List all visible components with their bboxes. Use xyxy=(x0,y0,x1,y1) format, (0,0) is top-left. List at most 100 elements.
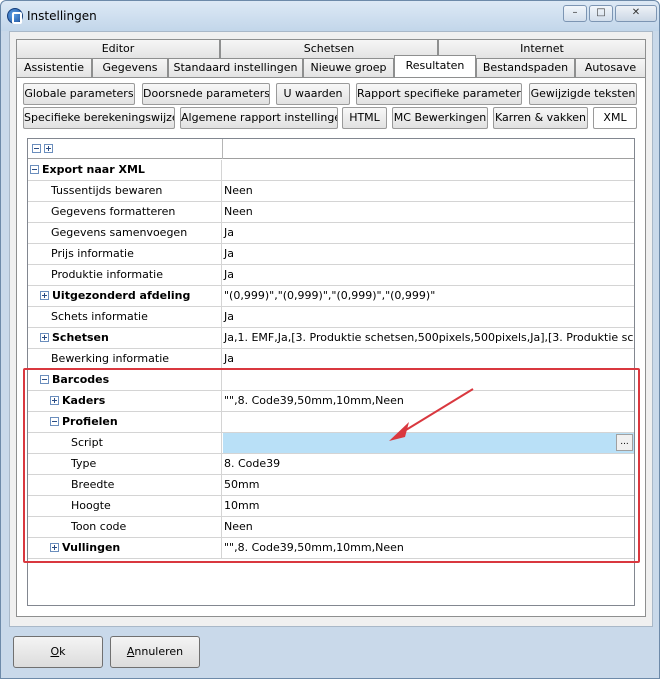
tab-nieuwe-groep[interactable]: Nieuwe groep xyxy=(303,58,394,77)
property-value[interactable]: 50mm xyxy=(223,475,634,495)
subtab-label: HTML xyxy=(349,111,380,124)
subtab-gewijzigde-teksten[interactable]: Gewijzigde teksten xyxy=(529,83,637,105)
subtab-rapport-specifieke-parameters[interactable]: Rapport specifieke parameters xyxy=(356,83,522,105)
grid-row[interactable]: Vullingen "",8. Code39,50mm,10mm,Neen xyxy=(28,538,634,559)
collapse-icon[interactable] xyxy=(40,374,49,384)
subtab-u-waarden[interactable]: U waarden xyxy=(276,83,350,105)
property-label: Prijs informatie xyxy=(51,247,134,260)
property-value[interactable]: Neen xyxy=(223,181,634,201)
property-grid[interactable]: Export naar XML Tussentijds bewaren Neen Ge… xyxy=(27,138,635,606)
expand-icon[interactable] xyxy=(50,542,59,552)
tab-editor[interactable]: Editor xyxy=(16,39,220,58)
maximize-button[interactable]: □ xyxy=(589,5,613,22)
property-value-text: Neen xyxy=(224,205,253,218)
collapse-all-icon[interactable] xyxy=(32,144,41,153)
tab-assistentie[interactable]: Assistentie xyxy=(16,58,92,77)
property-value[interactable]: 8. Code39 xyxy=(223,454,634,474)
cancel-button[interactable]: Annuleren xyxy=(110,636,200,668)
grid-row[interactable]: Schets informatie Ja xyxy=(28,307,634,328)
property-label: Barcodes xyxy=(52,373,110,386)
subtab-xml[interactable]: XML xyxy=(593,107,637,129)
tab-label: Nieuwe groep xyxy=(310,61,387,74)
property-label: Bewerking informatie xyxy=(51,352,170,365)
ellipsis-button[interactable]: ... xyxy=(616,434,633,451)
tab-bestandspaden[interactable]: Bestandspaden xyxy=(476,58,575,77)
property-value[interactable] xyxy=(223,160,634,180)
grid-row[interactable]: Type 8. Code39 xyxy=(28,454,634,475)
grid-row[interactable]: Hoogte 10mm xyxy=(28,496,634,517)
grid-row[interactable]: Export naar XML xyxy=(28,160,634,181)
expand-all-icon[interactable] xyxy=(44,144,53,153)
property-value[interactable] xyxy=(223,370,634,390)
column-separator[interactable] xyxy=(222,139,223,159)
grid-row[interactable]: Script... xyxy=(28,433,634,454)
grid-row[interactable]: Prijs informatie Ja xyxy=(28,244,634,265)
tab-resultaten[interactable]: Resultaten xyxy=(394,55,476,77)
close-button[interactable]: ✕ xyxy=(615,5,657,22)
minimize-button[interactable]: – xyxy=(563,5,587,22)
property-value[interactable]: "(0,999)","(0,999)","(0,999)","(0,999)" xyxy=(223,286,634,306)
grid-row[interactable]: Tussentijds bewaren Neen xyxy=(28,181,634,202)
grid-row[interactable]: Gegevens samenvoegen Ja xyxy=(28,223,634,244)
property-name: Schets informatie xyxy=(28,307,222,327)
property-value[interactable] xyxy=(223,412,634,432)
property-label: Schets informatie xyxy=(51,310,148,323)
property-name: Script xyxy=(28,433,222,453)
grid-row[interactable]: Profielen xyxy=(28,412,634,433)
grid-row[interactable]: Kaders "",8. Code39,50mm,10mm,Neen xyxy=(28,391,634,412)
tab-label: Gegevens xyxy=(102,61,158,74)
expand-icon[interactable] xyxy=(40,332,49,342)
title-bar[interactable]: Instellingen – □ ✕ xyxy=(1,1,659,31)
grid-row[interactable]: Toon code Neen xyxy=(28,517,634,538)
property-label: Profielen xyxy=(62,415,118,428)
expand-icon[interactable] xyxy=(40,290,49,300)
grid-row[interactable]: Bewerking informatie Ja xyxy=(28,349,634,370)
subtab-mc-bewerkingen[interactable]: MC Bewerkingen xyxy=(392,107,488,129)
tab-label: Resultaten xyxy=(405,59,465,72)
property-value[interactable]: ... xyxy=(223,433,634,453)
tab-gegevens[interactable]: Gegevens xyxy=(92,58,168,77)
property-value-text: "(0,999)","(0,999)","(0,999)","(0,999)" xyxy=(224,289,436,302)
expand-icon[interactable] xyxy=(50,395,59,405)
property-value[interactable]: Ja,1. EMF,Ja,[3. Produktie schetsen,500p… xyxy=(223,328,634,348)
ok-button[interactable]: Ok xyxy=(13,636,103,668)
property-name: Gegevens samenvoegen xyxy=(28,223,222,243)
tab-standaard-instellingen[interactable]: Standaard instellingen xyxy=(168,58,303,77)
subtab-globale-parameters[interactable]: Globale parameters xyxy=(23,83,135,105)
grid-row[interactable]: Gegevens formatteren Neen xyxy=(28,202,634,223)
collapse-icon[interactable] xyxy=(50,416,59,426)
ok-rest: k xyxy=(59,645,66,658)
grid-row[interactable]: Produktie informatie Ja xyxy=(28,265,634,286)
grid-row[interactable]: Breedte 50mm xyxy=(28,475,634,496)
collapse-icon[interactable] xyxy=(30,164,39,174)
property-value[interactable]: Ja xyxy=(223,307,634,327)
property-name: Profielen xyxy=(28,412,222,432)
subtab-algemene-rapport-instellingen[interactable]: Algemene rapport instellingen xyxy=(180,107,338,129)
app-icon xyxy=(7,8,23,24)
subtab-html[interactable]: HTML xyxy=(342,107,387,129)
property-value[interactable]: Ja xyxy=(223,244,634,264)
property-value[interactable]: 10mm xyxy=(223,496,634,516)
property-value-text: 50mm xyxy=(224,478,260,491)
property-value-text: Ja xyxy=(224,268,234,281)
subtab-specifieke-berekeningswijzen[interactable]: Specifieke berekeningswijzen xyxy=(23,107,175,129)
property-value[interactable]: "",8. Code39,50mm,10mm,Neen xyxy=(223,538,634,558)
property-value[interactable]: Ja xyxy=(223,265,634,285)
property-value-text: Ja xyxy=(224,352,234,365)
subtab-doorsnede-parameters[interactable]: Doorsnede parameters xyxy=(142,83,270,105)
property-value[interactable]: "",8. Code39,50mm,10mm,Neen xyxy=(223,391,634,411)
subtab-karren-vakken[interactable]: Karren & vakken xyxy=(493,107,588,129)
property-value[interactable]: Ja xyxy=(223,349,634,369)
property-value-text: Neen xyxy=(224,520,253,533)
tab-autosave[interactable]: Autosave xyxy=(575,58,646,77)
property-label: Script xyxy=(71,436,103,449)
grid-row[interactable]: Uitgezonderd afdeling "(0,999)","(0,999)"… xyxy=(28,286,634,307)
property-value[interactable]: Neen xyxy=(223,202,634,222)
grid-row[interactable]: Barcodes xyxy=(28,370,634,391)
property-label: Kaders xyxy=(62,394,106,407)
property-value-text: Neen xyxy=(224,184,253,197)
grid-row[interactable]: Schetsen Ja,1. EMF,Ja,[3. Produktie schet… xyxy=(28,328,634,349)
property-value[interactable]: Ja xyxy=(223,223,634,243)
property-value-text: 8. Code39 xyxy=(224,457,281,470)
property-value[interactable]: Neen xyxy=(223,517,634,537)
